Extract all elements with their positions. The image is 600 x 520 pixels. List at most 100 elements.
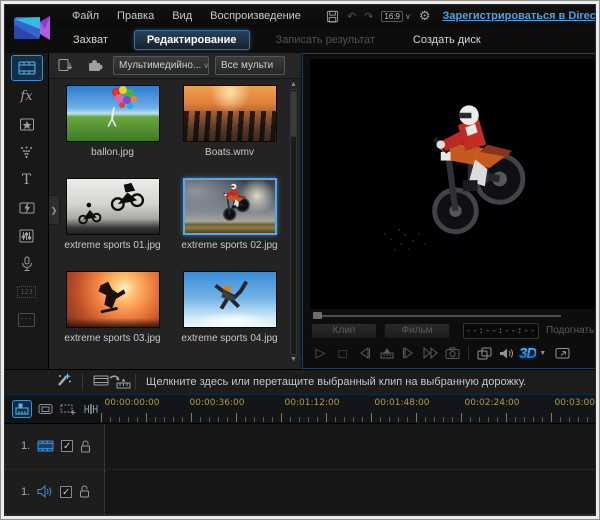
undock-preview-button[interactable] <box>475 344 494 363</box>
drop-hint-text[interactable]: Щелкните здесь или перетащите выбранный … <box>146 376 526 388</box>
motocross-rider-graphic <box>404 69 551 284</box>
insert-clip-to-track-icon[interactable] <box>93 374 131 390</box>
mode-tabbar: Захват Редактирование Записать результат… <box>5 27 595 53</box>
pip-objects-room-icon[interactable] <box>11 111 43 137</box>
tab-edit[interactable]: Редактирование <box>134 30 250 50</box>
seek-handle[interactable] <box>313 312 322 319</box>
library-category-dropdown[interactable]: Мультимедийно... ∨ <box>113 56 209 75</box>
seek-bar[interactable] <box>313 311 596 320</box>
tab-create-disc[interactable]: Создать диск <box>401 31 493 49</box>
scrub-button[interactable] <box>377 344 396 363</box>
ruler-label: 00:01:48:00 <box>375 398 430 408</box>
ruler-label: 00:02:24:00 <box>465 398 520 408</box>
media-item-extreme-03[interactable]: extreme sports 03.jpg <box>57 271 168 364</box>
video-track-header: 1. ✓ <box>5 424 105 469</box>
menu-file[interactable]: Файл <box>63 8 108 24</box>
window-frame: Файл Правка Вид Воспроизведение ↶ ↷ 16:9… <box>0 0 600 520</box>
volume-button[interactable] <box>497 344 516 363</box>
media-item-name: extreme sports 03.jpg <box>64 333 160 344</box>
storyboard-view-button[interactable] <box>35 400 55 418</box>
movie-mode-button[interactable]: Фильм <box>384 323 450 339</box>
stop-button[interactable]: □ <box>333 344 352 363</box>
audio-mixing-room-icon[interactable] <box>11 223 43 249</box>
import-media-icon[interactable] <box>53 56 77 76</box>
track-enable-checkbox[interactable]: ✓ <box>61 440 73 452</box>
undo-icon[interactable]: ↶ <box>347 10 356 23</box>
room-sidebar: fx T 123 --- <box>5 53 49 369</box>
media-item-name: extreme sports 04.jpg <box>181 333 277 344</box>
scrollbar-track[interactable] <box>290 89 297 355</box>
app-logo-icon <box>12 9 54 49</box>
thumbnail-extreme-03 <box>66 271 160 328</box>
thumbnail-extreme-04 <box>183 271 277 328</box>
preview-panel: Клип Фильм --:--:--:-- Подогнать ▼ ▷ □ <box>302 53 596 369</box>
menu-edit[interactable]: Правка <box>108 8 163 24</box>
track-lock-icon[interactable] <box>80 440 91 453</box>
magic-tools-icon[interactable] <box>55 372 72 393</box>
tab-capture[interactable]: Захват <box>61 31 120 49</box>
audio-track-header: 1. ✓ <box>5 470 105 515</box>
fit-zoom-dropdown[interactable]: Подогнать ▼ <box>546 325 596 336</box>
track-lock-icon[interactable] <box>79 485 90 498</box>
library-scrollbar[interactable]: ▲ ▼ <box>288 81 299 363</box>
dirt-specks-graphic <box>398 229 400 231</box>
next-frame-button[interactable] <box>399 344 418 363</box>
transition-room-icon[interactable] <box>11 195 43 221</box>
media-item-extreme-04[interactable]: extreme sports 04.jpg <box>174 271 285 364</box>
chapter-room-icon[interactable]: 123 <box>11 279 43 305</box>
preview-screen[interactable] <box>310 59 596 309</box>
fit-timeline-button[interactable] <box>81 400 101 418</box>
snapshot-button[interactable] <box>443 344 462 363</box>
track-manager-button[interactable] <box>58 400 78 418</box>
media-room-icon[interactable] <box>11 55 43 81</box>
panel-expand-handle[interactable]: ❯ <box>49 195 60 225</box>
media-item-name: ballon.jpg <box>91 147 134 158</box>
timeline-tracks: 1. ✓ 1. ✓ <box>5 424 595 515</box>
ruler-ticks <box>101 413 595 422</box>
redo-icon[interactable]: ↷ <box>364 10 373 23</box>
effect-room-icon[interactable]: fx <box>11 83 43 109</box>
voice-over-room-icon[interactable] <box>11 251 43 277</box>
scroll-up-icon[interactable]: ▲ <box>290 81 297 88</box>
splitter-grip-icon[interactable]: ····· <box>292 370 309 375</box>
thumbnail-extreme-02 <box>183 178 277 235</box>
video-track-area[interactable] <box>105 424 595 469</box>
aspect-ratio-button[interactable]: 16:9 ∨ <box>381 11 410 22</box>
seek-track[interactable] <box>315 315 561 317</box>
download-templates-icon[interactable] <box>83 56 107 76</box>
ruler-label: 00:01:12:00 <box>285 398 340 408</box>
3d-mode-button[interactable]: 3D <box>519 345 536 362</box>
media-item-boats[interactable]: Boats.wmv <box>174 85 285 178</box>
timeline-ruler[interactable]: 00:00:00:00 00:00:36:00 00:01:12:00 00:0… <box>101 395 595 423</box>
subtitle-room-icon[interactable]: --- <box>11 307 43 333</box>
chevron-down-icon: ∨ <box>405 12 411 21</box>
track-enable-checkbox[interactable]: ✓ <box>60 486 72 498</box>
fullscreen-button[interactable] <box>553 344 572 363</box>
save-icon[interactable] <box>326 10 339 23</box>
media-item-extreme-02[interactable]: extreme sports 02.jpg <box>174 178 285 271</box>
library-filter-dropdown[interactable]: Все мульти <box>215 56 285 75</box>
tab-produce[interactable]: Записать результат <box>264 31 387 49</box>
timeline-view-button[interactable] <box>12 400 32 418</box>
audio-track-area[interactable] <box>105 470 595 515</box>
title-room-icon[interactable]: T <box>11 167 43 193</box>
thumbnail-boats <box>183 85 277 142</box>
menu-playback[interactable]: Воспроизведение <box>201 8 310 24</box>
chevron-down-icon: ∨ <box>203 61 209 70</box>
menu-view[interactable]: Вид <box>163 8 201 24</box>
gear-icon[interactable]: ⚙ <box>419 8 431 24</box>
thumbnail-extreme-01 <box>66 178 160 235</box>
clip-mode-button[interactable]: Клип <box>311 323 377 339</box>
particle-room-icon[interactable] <box>11 139 43 165</box>
fast-forward-button[interactable] <box>421 344 440 363</box>
media-item-ballon[interactable]: ballon.jpg <box>57 85 168 178</box>
scroll-down-icon[interactable]: ▼ <box>290 356 297 363</box>
media-item-extreme-01[interactable]: extreme sports 01.jpg <box>57 178 168 271</box>
chevron-down-icon[interactable]: ▼ <box>539 350 546 357</box>
scrollbar-thumb[interactable] <box>291 91 296 137</box>
register-directorzone-link[interactable]: Зарегистрироваться в DirectorZone <box>442 10 596 22</box>
previous-frame-button[interactable] <box>355 344 374 363</box>
ruler-label: 00:00:36:00 <box>190 398 245 408</box>
play-button[interactable]: ▷ <box>311 344 330 363</box>
track-number: 1. <box>21 440 30 452</box>
